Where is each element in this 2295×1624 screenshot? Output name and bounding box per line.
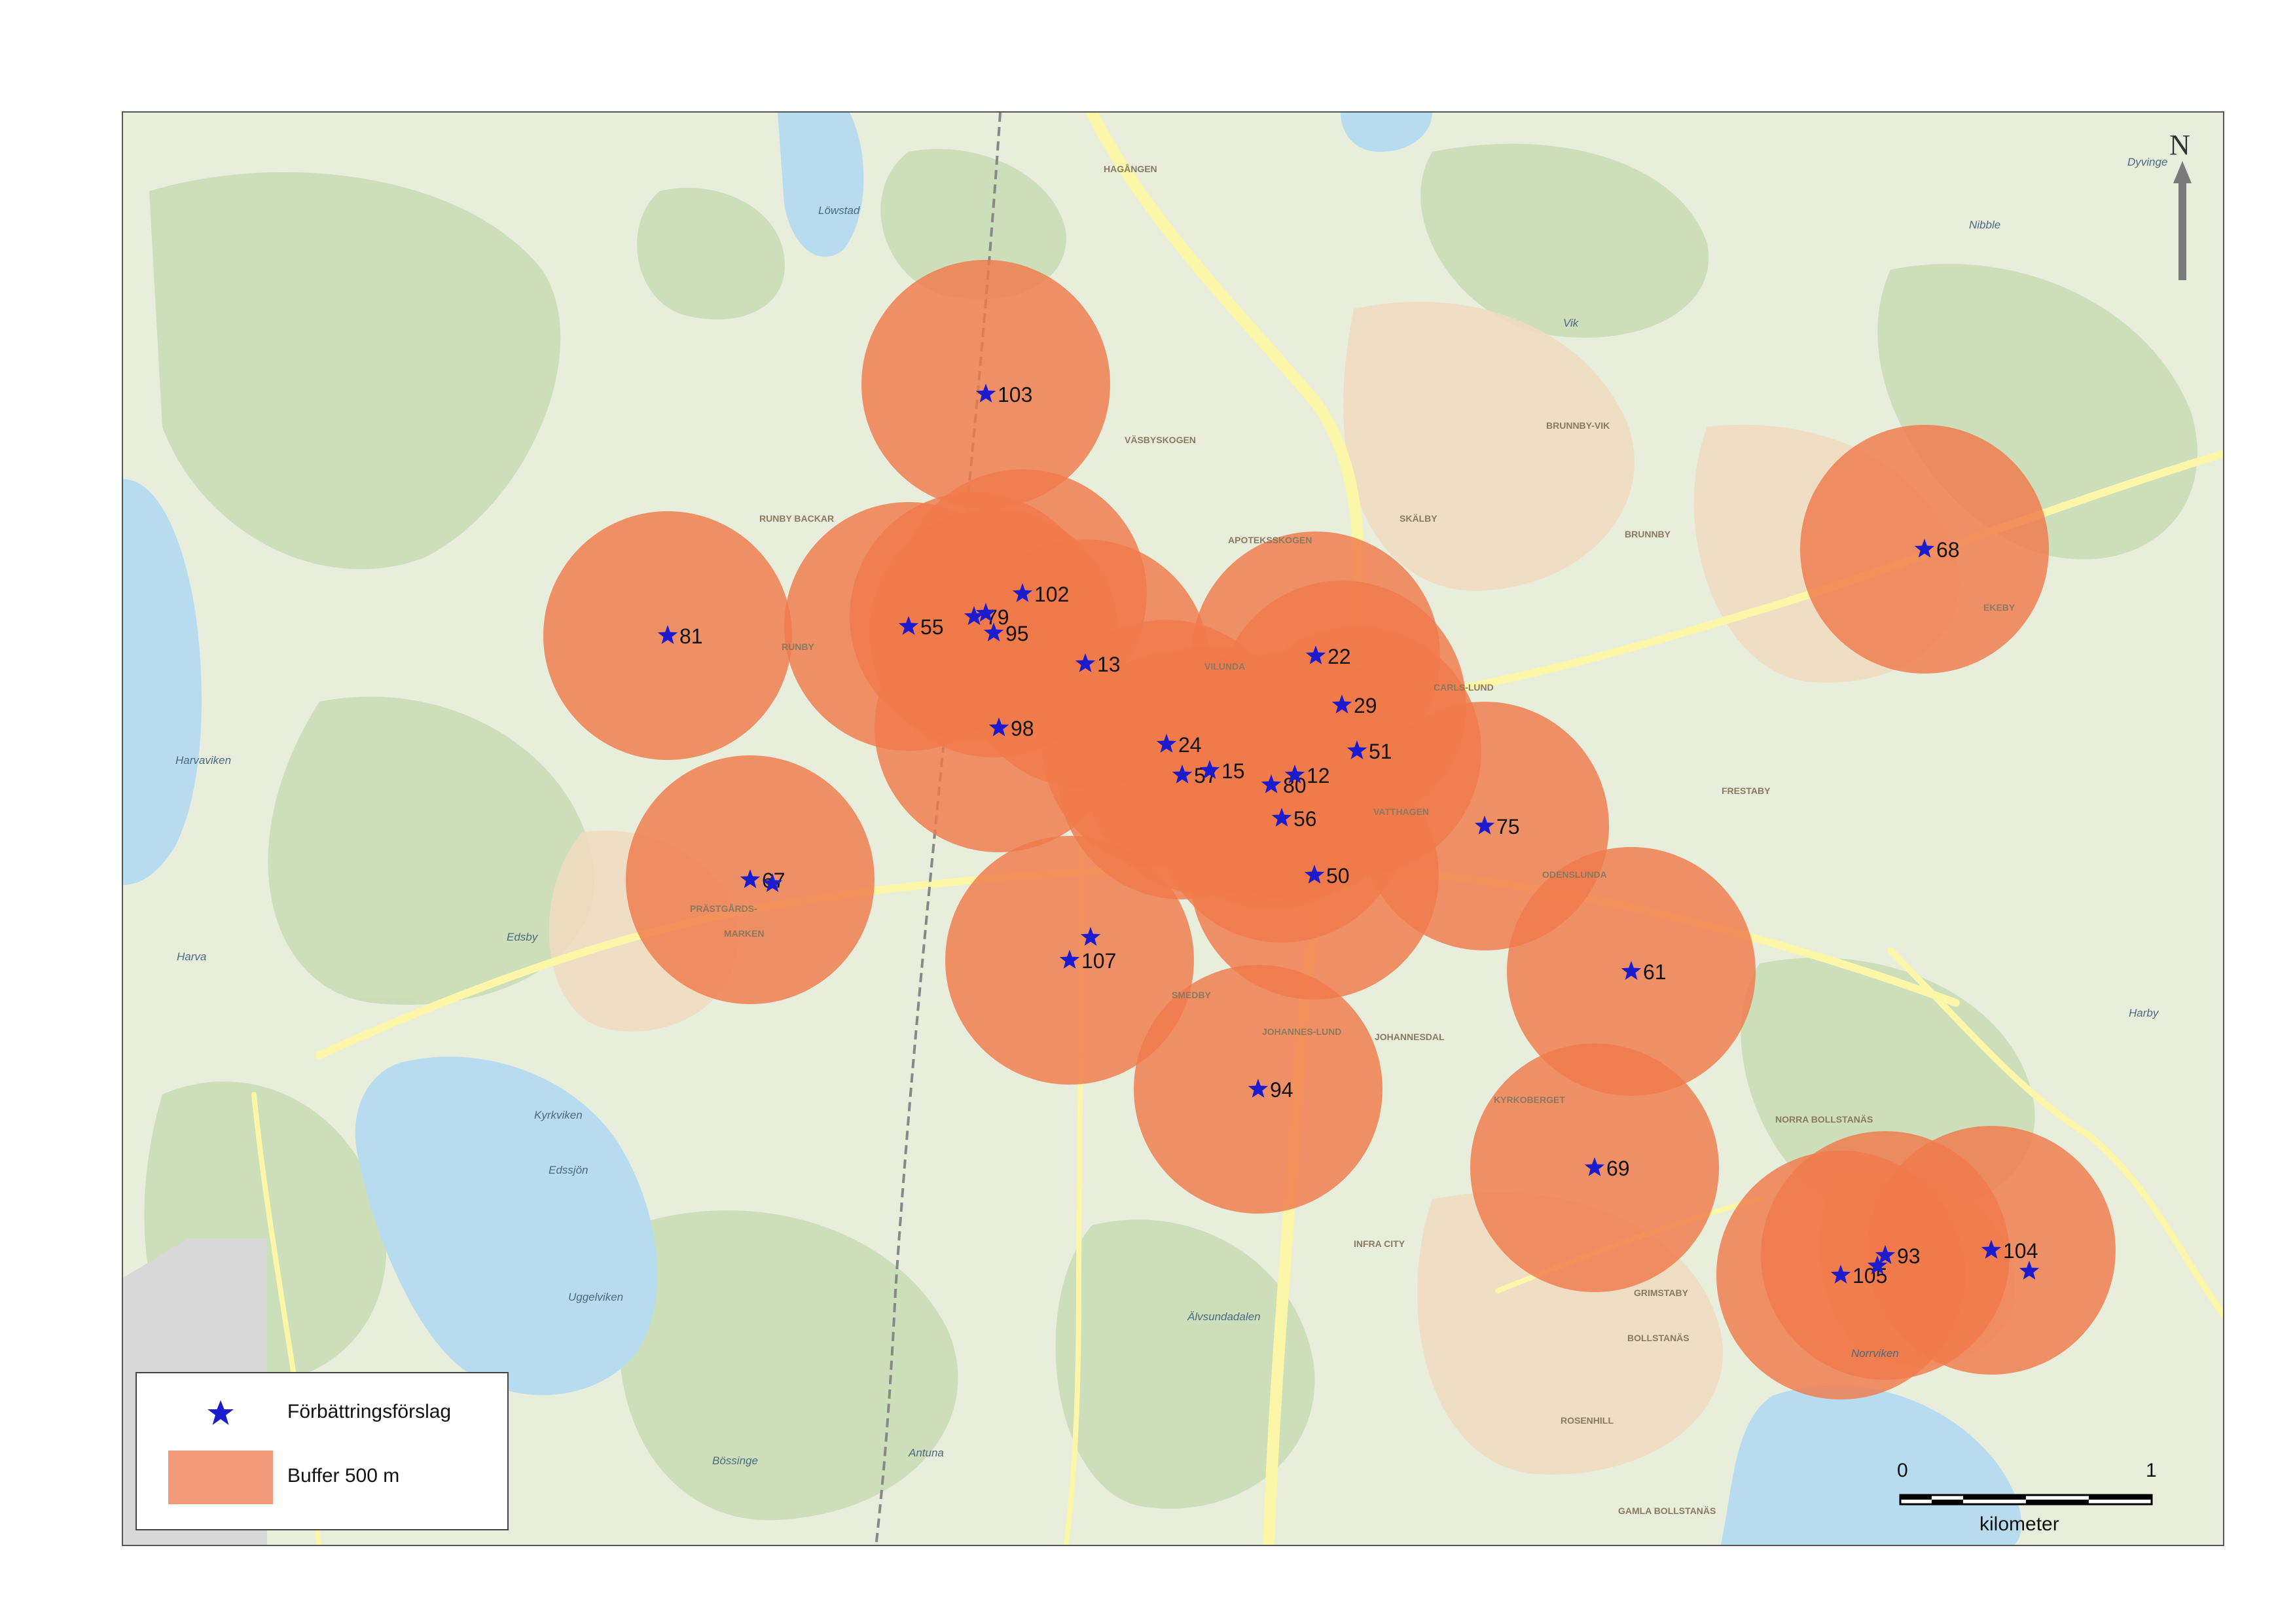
place-label: JOHANNES-LUND — [1262, 1026, 1342, 1037]
marker-label-94: 94 — [1270, 1078, 1293, 1102]
place-label: BRUNNBY — [1625, 529, 1671, 539]
place-label: PRÄSTGÅRDS- — [690, 903, 757, 914]
marker-label-98: 98 — [1011, 717, 1034, 740]
place-label: FRESTABY — [1722, 785, 1771, 796]
marker-label-22: 22 — [1328, 645, 1351, 668]
marker-label-107: 107 — [1081, 949, 1116, 973]
place-label: Kyrkviken — [534, 1109, 583, 1121]
place-label: VÄSBYSKOGEN — [1125, 435, 1196, 445]
place-label: GAMLA BOLLSTANÄS — [1618, 1506, 1716, 1516]
north-arrow-icon — [2173, 161, 2192, 280]
marker-label-50: 50 — [1326, 864, 1350, 888]
place-label: BRUNNBY-VIK — [1546, 420, 1610, 431]
place-label: SMEDBY — [1172, 990, 1211, 1000]
legend-buffer-label: Buffer 500 m — [287, 1465, 400, 1487]
place-label: APOTEKSSKOGEN — [1228, 535, 1312, 545]
place-label: Harby — [2129, 1007, 2159, 1019]
marker-label-103: 103 — [998, 383, 1032, 406]
place-label: Edssjön — [549, 1164, 588, 1176]
map-canvas[interactable]: 1031025595791398816710724571580125622295… — [123, 113, 2224, 1546]
place-label: Uggelviken — [568, 1291, 624, 1303]
map-legend: Förbättringsförslag Buffer 500 m — [136, 1372, 509, 1530]
place-label: Älvsundadalen — [1187, 1310, 1261, 1323]
marker-label-61: 61 — [1643, 960, 1667, 984]
marker-label-102: 102 — [1034, 583, 1069, 606]
marker-label-55: 55 — [920, 615, 944, 639]
place-label: Bössinge — [712, 1454, 758, 1467]
scale-end-label: 1 — [2146, 1460, 2157, 1481]
marker-label-93: 93 — [1897, 1244, 1921, 1268]
star-icon — [208, 1400, 234, 1425]
scale-unit-label: kilometer — [1979, 1513, 2059, 1535]
place-label: NORRA BOLLSTANÄS — [1775, 1114, 1873, 1125]
marker-label-69: 69 — [1606, 1157, 1630, 1180]
place-label: SKÄLBY — [1400, 513, 1437, 524]
marker-label-81: 81 — [679, 624, 703, 648]
place-label: HAGÅNGEN — [1104, 164, 1157, 174]
place-label: VATTHAGEN — [1373, 806, 1430, 817]
marker-label-105: 105 — [1852, 1264, 1887, 1288]
marker-label-68: 68 — [1936, 538, 1960, 562]
place-label: Dyvinge — [2127, 156, 2168, 168]
place-label: Harvaviken — [175, 754, 232, 767]
place-label: EKEBY — [1983, 602, 2015, 613]
marker-label-29: 29 — [1354, 694, 1377, 717]
legend-marker-label: Förbättringsförslag — [287, 1401, 452, 1422]
place-label: JOHANNESDAL — [1375, 1032, 1445, 1042]
place-label: BOLLSTANÄS — [1627, 1333, 1690, 1343]
place-label: CARLS-LUND — [1434, 682, 1494, 693]
marker-label-75: 75 — [1496, 815, 1520, 839]
marker-label-104: 104 — [2003, 1239, 2038, 1263]
marker-label-12: 12 — [1307, 764, 1330, 787]
place-label: RUNBY BACKAR — [759, 513, 835, 524]
place-label: KYRKOBERGET — [1494, 1094, 1565, 1105]
marker-label-15: 15 — [1221, 759, 1245, 783]
place-label: ODENSLUNDA — [1542, 869, 1607, 880]
place-label: INFRA CITY — [1354, 1238, 1405, 1249]
place-label: Löwstad — [818, 204, 860, 217]
scale-start-label: 0 — [1897, 1460, 1908, 1481]
place-label: RUNBY — [782, 641, 814, 652]
marker-label-51: 51 — [1369, 740, 1392, 763]
place-label: Antuna — [909, 1447, 944, 1459]
place-label: VILUNDA — [1204, 661, 1246, 672]
place-label: GRIMSTABY — [1634, 1288, 1688, 1298]
place-label: ROSENHILL — [1561, 1415, 1614, 1426]
marker-label-13: 13 — [1097, 653, 1121, 676]
place-label: Vik — [1563, 317, 1579, 329]
place-label: MARKEN — [724, 928, 765, 939]
place-label: Norrviken — [1851, 1347, 1899, 1360]
legend-buffer-swatch — [168, 1451, 273, 1504]
place-label: Edsby — [507, 931, 538, 943]
map-frame[interactable]: 1031025595791398816710724571580125622295… — [122, 111, 2224, 1546]
marker-label-24: 24 — [1178, 733, 1202, 757]
place-label: Nibble — [1969, 219, 2001, 231]
marker-label-56: 56 — [1293, 807, 1317, 831]
place-label: Harva — [177, 950, 207, 963]
